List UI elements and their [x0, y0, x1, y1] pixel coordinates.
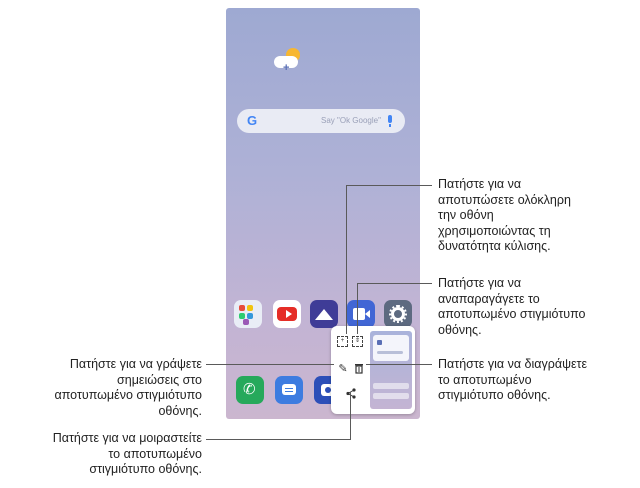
settings-app-icon[interactable]: [384, 300, 412, 328]
edit-icon[interactable]: ✎: [335, 361, 351, 377]
contacts-app-icon[interactable]: [234, 300, 262, 328]
callout-write-notes: Πατήστε για να γράψετε σημειώσεις στο απ…: [54, 357, 203, 418]
callout-line-extended-h: [346, 185, 432, 186]
phone-screen: + G Say "Ok Google" ✆ + ⇕ ✎: [226, 8, 420, 419]
callout-extended-capture: Πατήστε για να αποτυπώσετε ολόκληρη την …: [438, 177, 571, 253]
callout-replay: Πατήστε για να αναπαραγάγετε το αποτυπωμ…: [438, 276, 586, 337]
phone-app-icon[interactable]: ✆: [236, 376, 264, 404]
youtube-app-icon[interactable]: [273, 300, 301, 328]
callout-line-share-h: [206, 439, 351, 440]
callout-line-extended: [346, 185, 347, 334]
google-search-bar[interactable]: G Say "Ok Google": [237, 109, 405, 133]
callout-share: Πατήστε για να μοιραστείτε το αποτυπωμέν…: [52, 431, 202, 476]
callout-line-replay: [357, 283, 358, 334]
microphone-icon[interactable]: [388, 115, 392, 127]
share-icon[interactable]: [343, 386, 359, 402]
screenshot-thumbnail[interactable]: [370, 331, 412, 409]
cloud-icon: +: [274, 56, 298, 74]
search-placeholder: Say "Ok Google": [321, 116, 381, 125]
weather-icon[interactable]: +: [272, 46, 304, 74]
delete-icon[interactable]: [351, 361, 367, 377]
callout-line-delete: [366, 364, 432, 365]
messages-app-icon[interactable]: [275, 376, 303, 404]
callout-delete: Πατήστε για να διαγράψετε το αποτυπωμένο…: [438, 357, 588, 402]
gallery-app-icon[interactable]: [310, 300, 338, 328]
google-logo-icon: G: [247, 113, 258, 128]
video-app-icon[interactable]: [347, 300, 375, 328]
callout-line-replay-h: [357, 283, 432, 284]
extended-capture-icon[interactable]: ⇕: [352, 336, 363, 347]
capture-plus-icon[interactable]: +: [337, 336, 348, 347]
callout-line-share-v: [350, 392, 351, 439]
callout-line-write: [206, 364, 334, 365]
screenshot-capture-panel: + ⇕ ✎: [331, 326, 415, 414]
